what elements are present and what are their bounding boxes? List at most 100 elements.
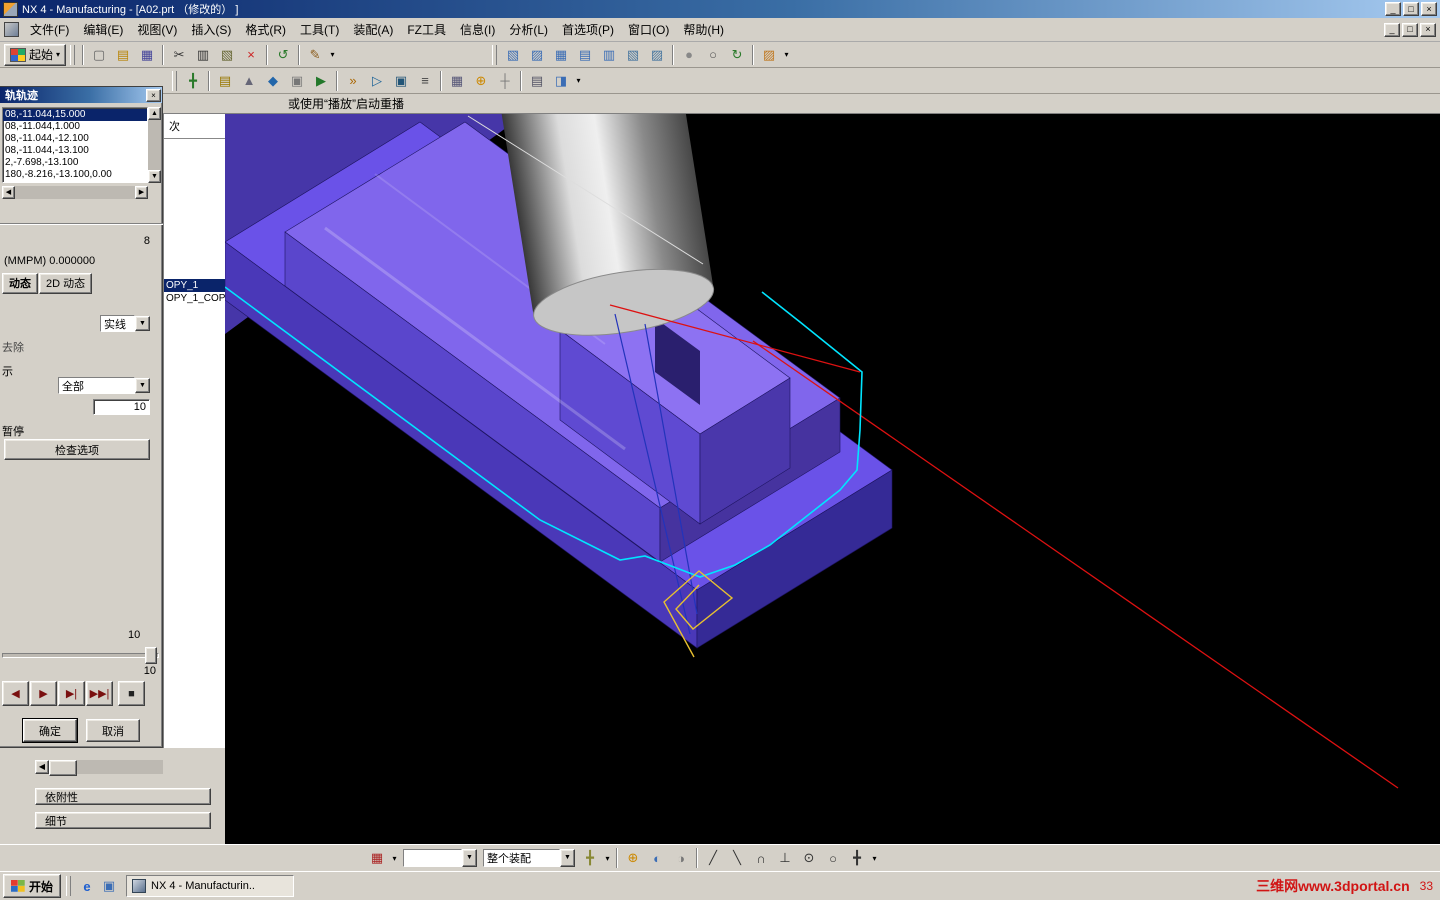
rotate-view-icon[interactable]: ↻ (726, 44, 748, 66)
fast-forward-button[interactable]: ▶▶| (86, 681, 113, 706)
plane-constructor-icon[interactable]: ◐ (646, 847, 668, 869)
list-vertical-scrollbar[interactable]: ▲ ▼ (148, 107, 161, 183)
create-method-icon[interactable]: ▣ (286, 70, 308, 92)
list-horizontal-scrollbar[interactable]: ◀ ▶ (2, 186, 148, 199)
graphics-viewport[interactable] (224, 21, 1440, 844)
replay-toolpath-icon[interactable]: ▷ (366, 70, 388, 92)
selection-filter-icon[interactable]: ▦ (366, 847, 388, 869)
toolpath-point-row[interactable]: 08,-11.044,-12.100 (3, 133, 147, 145)
menu-item[interactable]: 帮助(H) (676, 18, 731, 41)
scroll-left-button[interactable]: ◀ (2, 186, 15, 199)
minimize-button[interactable]: _ (1385, 2, 1401, 16)
toolpath-point-row[interactable]: 08,-11.044,1.000 (3, 121, 147, 133)
create-operation-icon[interactable]: ▶ (310, 70, 332, 92)
layer-settings-icon[interactable]: ▤ (526, 70, 548, 92)
create-geometry-icon[interactable]: ◆ (262, 70, 284, 92)
toolpath-point-row[interactable]: 2,-7.698,-13.100 (3, 157, 147, 169)
maximize-button[interactable]: □ (1403, 2, 1419, 16)
machine-tool-icon[interactable]: ▦ (446, 70, 468, 92)
separator[interactable] (616, 848, 618, 868)
view-front-icon[interactable]: ▤ (574, 44, 596, 66)
chevron-down-icon[interactable]: ▼ (560, 849, 575, 867)
datum-plane-icon[interactable]: ┼ (494, 70, 516, 92)
menu-item[interactable]: 首选项(P) (555, 18, 621, 41)
section-details[interactable]: 细节 (35, 812, 211, 829)
copy-icon[interactable]: ▥ (192, 44, 214, 66)
selection-scope-combo[interactable]: 整个装配 ▼ (483, 849, 575, 867)
toolpath-point-list[interactable]: 08,-11.044,15.000 08,-11.044,1.000 08,-11.… (2, 107, 148, 183)
snap-center-icon[interactable]: ⊙ (798, 847, 820, 869)
slider-track[interactable] (2, 653, 159, 658)
separator[interactable] (162, 44, 165, 65)
menu-item[interactable]: 信息(I) (453, 18, 502, 41)
menu-item[interactable]: FZ工具 (400, 18, 453, 41)
toolbar-grip[interactable] (70, 44, 76, 65)
orient-view-icon[interactable]: ◨ (550, 70, 572, 92)
snap-arc-icon[interactable]: ∩ (750, 847, 772, 869)
desktop-icon[interactable]: ▣ (98, 875, 120, 897)
scroll-down-button[interactable]: ▼ (148, 170, 161, 183)
separator[interactable] (266, 44, 269, 65)
separator[interactable] (696, 848, 698, 868)
mdi-close-button[interactable]: × (1420, 22, 1436, 37)
separator[interactable] (336, 70, 338, 91)
menu-item[interactable]: 装配(A) (346, 18, 400, 41)
window-titlebar[interactable]: NX 4 - Manufacturing - [A02.prt （修改的） ] … (0, 0, 1440, 18)
scroll-right-button[interactable]: ▶ (135, 186, 148, 199)
view-bottom-icon[interactable]: ▨ (646, 44, 668, 66)
view-trimetric-icon[interactable]: ▧ (502, 44, 524, 66)
snap-circle-icon[interactable]: ○ (822, 847, 844, 869)
selection-filter-caret[interactable]: ▾ (389, 847, 400, 869)
close-button[interactable]: × (1421, 2, 1437, 16)
taskbar-grip[interactable] (66, 876, 72, 896)
slider-thumb[interactable] (145, 647, 157, 664)
generate-toolpath-icon[interactable]: » (342, 70, 364, 92)
horizontal-scrollbar[interactable]: ◀ (35, 760, 163, 776)
mdi-restore-button[interactable]: □ (1402, 22, 1418, 37)
separator[interactable] (440, 70, 442, 91)
toolpath-point-row[interactable]: 08,-11.044,15.000 (3, 109, 147, 121)
vector-constructor-icon[interactable]: ◑ (670, 847, 692, 869)
check-options-button[interactable]: 检查选项 (4, 439, 150, 460)
open-file-icon[interactable]: ▤ (112, 44, 134, 66)
view-right-icon[interactable]: ▥ (598, 44, 620, 66)
replay-speed-slider[interactable] (2, 647, 159, 664)
material-display-icon[interactable]: ▨ (758, 44, 780, 66)
separator[interactable] (520, 70, 522, 91)
menu-item[interactable]: 格式(R) (238, 18, 293, 41)
toolpath-point-row[interactable]: 180,-8.216,-13.100,0.00 (3, 169, 147, 181)
menu-item[interactable]: 插入(S) (184, 18, 238, 41)
toolbar-grip[interactable] (172, 70, 177, 91)
dialog-titlebar[interactable]: 轨轨迹 × (0, 87, 162, 103)
point-constructor-icon[interactable]: ⊕ (622, 847, 644, 869)
chevron-down-icon[interactable]: ▼ (135, 316, 150, 331)
scroll-left-button[interactable]: ◀ (35, 760, 49, 774)
save-icon[interactable]: ▦ (136, 44, 158, 66)
snap-settings-caret[interactable]: ▾ (602, 847, 613, 869)
display-filter-combo[interactable]: 全部 ▼ (58, 377, 150, 394)
3d-scene[interactable] (224, 21, 1440, 844)
paste-icon[interactable]: ▧ (216, 44, 238, 66)
view-isometric-icon[interactable]: ▨ (526, 44, 548, 66)
step-forward-button[interactable]: ▶| (58, 681, 85, 706)
menu-item[interactable]: 分析(L) (502, 18, 555, 41)
create-program-icon[interactable]: ▤ (214, 70, 236, 92)
verify-toolpath-icon[interactable]: ▣ (390, 70, 412, 92)
separator[interactable] (752, 44, 755, 65)
chevron-down-icon[interactable]: ▼ (462, 849, 477, 867)
menu-item[interactable]: 工具(T) (293, 18, 346, 41)
task-button-nx[interactable]: NX 4 - Manufacturin.. (126, 875, 295, 897)
play-forward-button[interactable]: ▶ (30, 681, 57, 706)
scrollbar-thumb[interactable] (49, 760, 77, 776)
play-reverse-button[interactable]: ◀ (2, 681, 29, 706)
section-dependencies[interactable]: 依附性 (35, 788, 211, 805)
separator[interactable] (82, 44, 85, 65)
cut-icon[interactable]: ✂ (168, 44, 190, 66)
selection-filter-combo[interactable]: ▼ (403, 849, 477, 867)
snap-end-point-icon[interactable]: ╱ (702, 847, 724, 869)
mdi-minimize-button[interactable]: _ (1384, 22, 1400, 37)
shaded-display-icon[interactable]: ● (678, 44, 700, 66)
snap-settings-icon[interactable]: ╋ (579, 847, 601, 869)
chevron-down-icon[interactable]: ▼ (135, 378, 150, 393)
wireframe-display-icon[interactable]: ○ (702, 44, 724, 66)
